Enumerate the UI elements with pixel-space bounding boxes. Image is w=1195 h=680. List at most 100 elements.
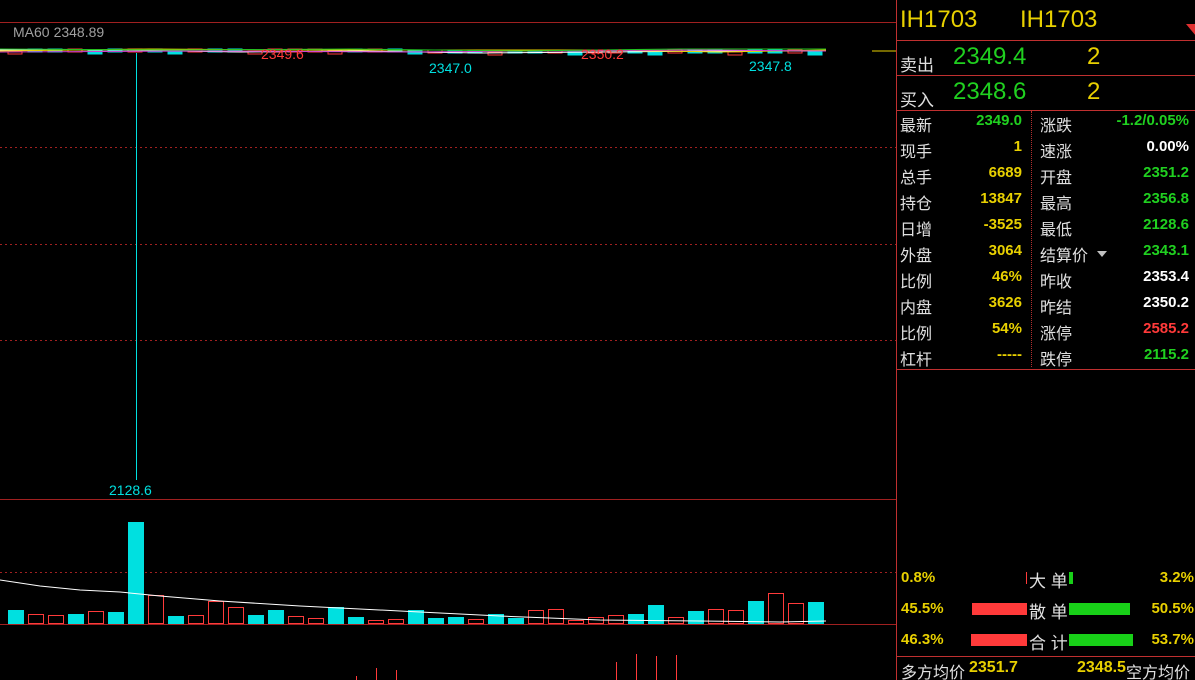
chevron-down-icon[interactable] bbox=[1097, 251, 1107, 257]
stat-right-row: 速涨 0.00% bbox=[1040, 138, 1189, 161]
stat-left-value: -3525 bbox=[983, 216, 1022, 233]
flow-left-bar bbox=[971, 634, 1027, 646]
stat-left-value: 54% bbox=[991, 320, 1022, 337]
flow-row: 46.3% 合 计 53.7% bbox=[897, 629, 1195, 653]
stats-divider bbox=[1031, 111, 1032, 367]
stat-right-label: 开盘 bbox=[1040, 170, 1073, 187]
flow-row: 45.5% 散 单 50.5% bbox=[897, 598, 1195, 622]
volume-bar bbox=[388, 619, 404, 624]
stat-right-row: 跌停 2115.2 bbox=[1040, 346, 1189, 369]
stat-right-value: 2351.2 bbox=[1143, 164, 1189, 181]
ma-indicator: MA60 2348.89 bbox=[13, 24, 108, 40]
stat-left-row: 比例 46% bbox=[900, 268, 1022, 291]
flow-right-bar bbox=[1069, 634, 1133, 646]
flow-left-pct: 45.5% bbox=[901, 600, 944, 617]
stat-left-label: 持仓 bbox=[900, 196, 933, 213]
volume-bar bbox=[288, 616, 304, 624]
stat-left-value: 6689 bbox=[988, 164, 1022, 181]
volume-bar bbox=[428, 618, 444, 624]
sell-quote[interactable]: 卖出 2349.4 2 bbox=[897, 41, 1195, 75]
volume-bar bbox=[568, 620, 584, 624]
flow-name: 散 单 bbox=[1029, 603, 1068, 622]
volume-bar bbox=[208, 601, 224, 624]
volume-bar bbox=[768, 593, 784, 624]
candle bbox=[647, 51, 663, 56]
sell-price: 2349.4 bbox=[953, 43, 1027, 70]
divider bbox=[897, 110, 1195, 111]
kline-chart-canvas[interactable] bbox=[0, 0, 896, 680]
flow-left-pct: 0.8% bbox=[901, 569, 936, 586]
stat-right-label: 昨结 bbox=[1040, 300, 1073, 317]
volume-bar bbox=[148, 595, 164, 624]
stat-right-value: 2585.2 bbox=[1143, 320, 1189, 337]
stat-left-row: 内盘 3626 bbox=[900, 294, 1022, 317]
volume-bar bbox=[608, 615, 624, 624]
stat-left-row: 现手 1 bbox=[900, 138, 1022, 161]
stat-left-row: 最新 2349.0 bbox=[900, 112, 1022, 135]
stat-right-label: 结算价 bbox=[1040, 248, 1089, 265]
stat-right-value: -1.2/0.05% bbox=[1116, 112, 1189, 129]
stat-left-value: 3064 bbox=[988, 242, 1022, 259]
price-label-2: 2347.0 bbox=[429, 60, 472, 76]
flow-right-pct: 3.2% bbox=[1159, 569, 1194, 586]
stat-right-row: 最高 2356.8 bbox=[1040, 190, 1189, 213]
stat-right-row: 涨跌 -1.2/0.05% bbox=[1040, 112, 1189, 135]
flow-row: 0.8% 大 单 3.2% bbox=[897, 567, 1195, 591]
stat-right-value: 2128.6 bbox=[1143, 216, 1189, 233]
volume-bar bbox=[508, 618, 524, 624]
volume-bar bbox=[228, 607, 244, 624]
stat-left-label: 日增 bbox=[900, 222, 933, 239]
stat-left-label: 比例 bbox=[900, 274, 933, 291]
price-label-low: 2128.6 bbox=[109, 482, 152, 498]
volume-bar bbox=[88, 611, 104, 624]
stat-right-value: 2356.8 bbox=[1143, 190, 1189, 207]
avg-price-row: 多方均价 2351.7 2348.5 空方均价 bbox=[897, 657, 1195, 680]
stat-left-row: 持仓 13847 bbox=[900, 190, 1022, 213]
flow-right-pct: 50.5% bbox=[1151, 600, 1194, 617]
kline-chart[interactable]: MA60 2348.89 2349.6 2347.0 2350.2 2347.8 … bbox=[0, 0, 896, 680]
flow-name: 合 计 bbox=[1029, 634, 1068, 653]
stat-right-row: 开盘 2351.2 bbox=[1040, 164, 1189, 187]
volume-bar bbox=[628, 614, 644, 624]
contract-code: IH1703 bbox=[900, 6, 978, 33]
stat-right-label: 最低 bbox=[1040, 222, 1073, 239]
volume-bar bbox=[168, 616, 184, 624]
stat-right-value: 2343.1 bbox=[1143, 242, 1189, 259]
flow-left-bar bbox=[972, 603, 1027, 615]
stat-left-label: 总手 bbox=[900, 170, 933, 187]
stat-right-label: 涨停 bbox=[1040, 326, 1073, 343]
buy-qty: 2 bbox=[1087, 78, 1101, 105]
stat-right-label: 跌停 bbox=[1040, 352, 1073, 369]
volume-bar bbox=[108, 612, 124, 624]
stat-right-row: 昨结 2350.2 bbox=[1040, 294, 1189, 317]
sell-qty: 2 bbox=[1087, 43, 1101, 70]
ma-name: MA60 bbox=[13, 24, 50, 40]
stat-left-row: 日增 -3525 bbox=[900, 216, 1022, 239]
stat-left-value: 3626 bbox=[988, 294, 1022, 311]
buy-label: 买入 bbox=[900, 91, 934, 110]
volume-bar bbox=[68, 614, 84, 624]
volume-bar bbox=[468, 619, 484, 624]
stat-right-label: 昨收 bbox=[1040, 274, 1073, 291]
stat-right-label: 涨跌 bbox=[1040, 118, 1073, 135]
stat-left-label: 比例 bbox=[900, 326, 933, 343]
buy-quote[interactable]: 买入 2348.6 2 bbox=[897, 76, 1195, 110]
flow-left-pct: 46.3% bbox=[901, 631, 944, 648]
volume-bar bbox=[648, 605, 664, 624]
corner-marker-icon bbox=[1186, 24, 1195, 36]
volume-bar bbox=[28, 614, 44, 624]
volume-bar bbox=[328, 607, 344, 624]
volume-bar bbox=[348, 617, 364, 624]
stat-left-row: 总手 6689 bbox=[900, 164, 1022, 187]
stat-right-label: 速涨 bbox=[1040, 144, 1073, 161]
volume-bar bbox=[308, 618, 324, 624]
price-label-1: 2349.6 bbox=[261, 46, 304, 62]
stat-right-value: 2353.4 bbox=[1143, 268, 1189, 285]
short-avg-label: 空方均价 bbox=[1126, 665, 1191, 680]
volume-bar bbox=[48, 615, 64, 624]
candle bbox=[807, 51, 823, 56]
stat-left-value: 46% bbox=[991, 268, 1022, 285]
stat-left-label: 外盘 bbox=[900, 248, 933, 265]
stat-left-row: 比例 54% bbox=[900, 320, 1022, 343]
long-avg-value: 2351.7 bbox=[969, 659, 1018, 676]
